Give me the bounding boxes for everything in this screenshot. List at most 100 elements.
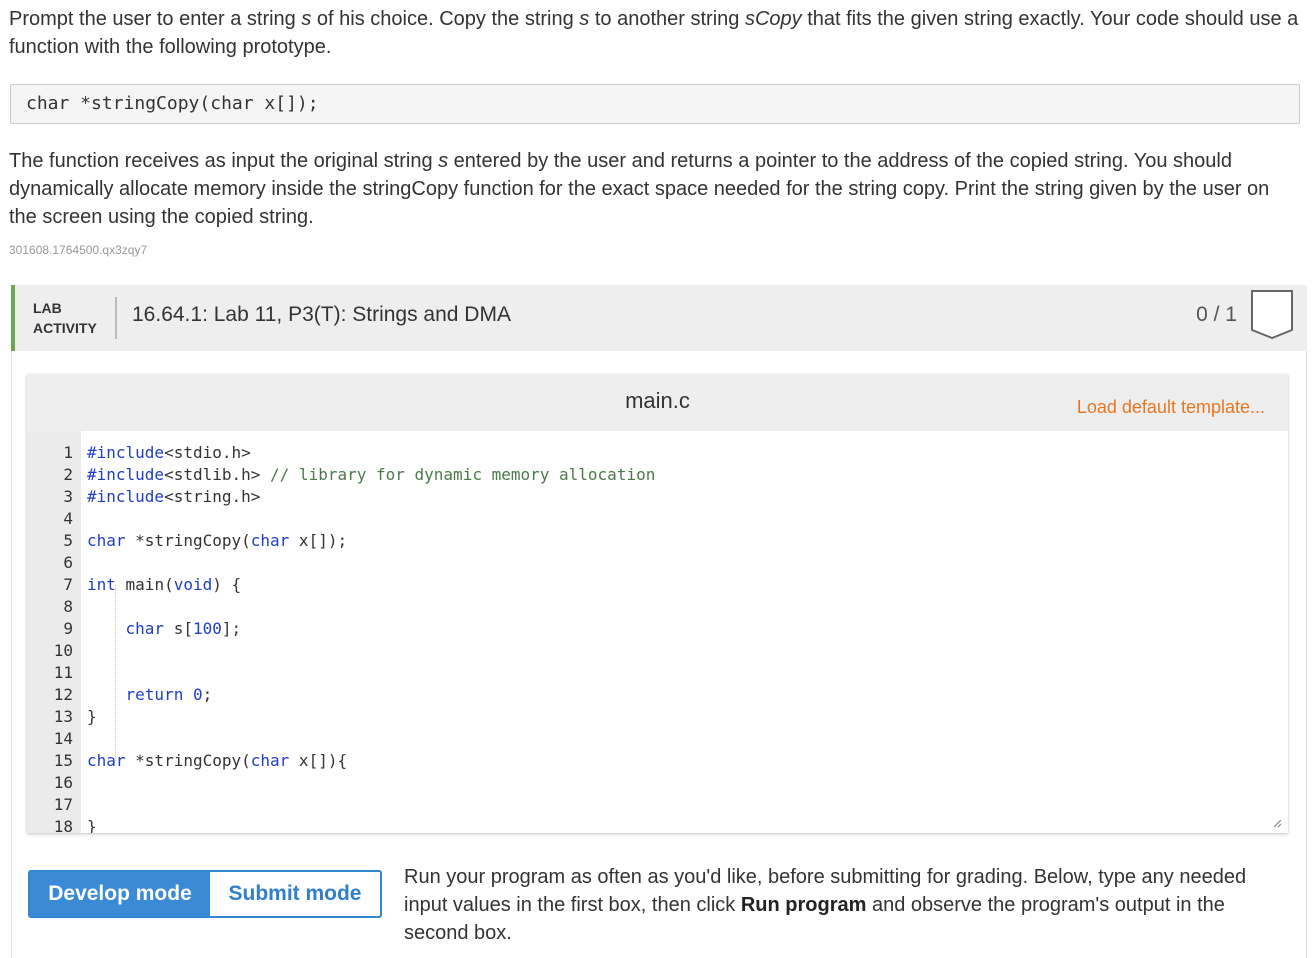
code-line: 6 [27,552,1288,574]
mode-toggle: Develop mode Submit mode [28,870,382,918]
code-line: 11 [27,662,1288,684]
code-number: 0 [192,685,203,704]
line-number: 15 [53,751,73,770]
code-line: 7 int main(void) { [27,574,1288,596]
lab-title: 16.64.1: Lab 11, P3(T): Strings and DMA [132,303,511,326]
code-keyword: #include [87,443,165,462]
lab-activity-tag: LAB ACTIVITY [33,298,97,338]
text-segment: Run program [740,894,867,916]
code-line: 13} [27,706,1288,728]
lab-activity-header: LAB ACTIVITY 16.64.1: Lab 11, P3(T): Str… [11,285,1307,351]
code-keyword: char [250,751,290,770]
code-line: 15 char *stringCopy(char x[]){ [27,750,1288,772]
text-segment: s [438,150,449,172]
code-line: 2 #include<stdlib.h> // library for dynam… [27,464,1288,486]
code-text: char *stringCopy(char x[]){ [87,750,347,772]
line-number: 16 [53,773,73,792]
prompt-paragraph-2: The function receives as input the origi… [9,147,1299,231]
code-line: 8 [27,596,1288,618]
code-line: 4 [27,508,1288,530]
code-text: } [87,706,97,728]
code-token: <stdio.h> [164,443,251,462]
code-token: ; [202,685,213,704]
code-line: 18} [27,816,1288,833]
editor-header: main.c Load default template... [27,374,1288,431]
line-number: 11 [53,663,73,682]
code-editor: main.c Load default template... 1 #includ… [27,374,1288,833]
line-number: 18 [53,817,73,833]
text-segment: to another string [589,8,745,30]
code-line: 9 char s[100]; [27,618,1288,640]
completion-badge-icon [1251,290,1293,340]
line-number: 13 [53,707,73,726]
line-number: 6 [63,553,73,572]
line-number: 10 [53,641,73,660]
line-number: 14 [53,729,73,748]
code-keyword: char [87,531,126,550]
develop-mode-button[interactable]: Develop mode [30,872,210,916]
code-token: main( [115,575,174,594]
text-segment: sCopy [744,8,802,30]
code-comment: // library for dynamic memory allocation [270,465,656,484]
line-number: 2 [63,465,73,484]
line-number: 4 [63,509,73,528]
lab-tag-line-2: ACTIVITY [33,320,97,336]
code-keyword: return [125,685,184,704]
code-token: ]; [221,619,242,638]
code-token: x[]); [289,531,348,550]
code-line: 5 char *stringCopy(char x[]); [27,530,1288,552]
lab-score: 0 / 1 [1196,303,1237,326]
code-token: <string.h> [164,487,261,506]
code-keyword: #include [87,487,165,506]
code-number: 100 [192,619,222,638]
line-number: 17 [53,795,73,814]
text-segment: s [301,8,312,30]
code-line: 16 [27,772,1288,794]
code-line: 17 [27,794,1288,816]
code-keyword: char [250,531,290,550]
code-token: <stdlib.h> [164,465,271,484]
code-token: s[ [164,619,193,638]
line-number: 3 [63,487,73,506]
code-text: #include<string.h> [87,486,260,508]
code-keyword: #include [87,465,165,484]
line-number: 8 [63,597,73,616]
run-instructions: Run your program as often as you'd like,… [404,863,1294,947]
code-text-area[interactable]: 1 #include<stdio.h> 2 #include<stdlib.h> //… [27,431,1288,833]
code-token: } [87,817,97,833]
code-token: *stringCopy( [125,751,251,770]
line-number: 1 [63,443,73,462]
lab-header-divider [115,297,117,339]
code-token: *stringCopy( [125,531,251,550]
code-line: 12 return 0; [27,684,1288,706]
code-line: 14 [27,728,1288,750]
submit-mode-button[interactable]: Submit mode [210,872,380,916]
line-number: 12 [53,685,73,704]
code-text: return 0; [87,684,213,706]
code-line: 1 #include<stdio.h> [27,442,1288,464]
text-segment: Prompt the user to enter a string [9,8,302,30]
code-text: } [87,816,97,833]
code-token: } [87,707,97,726]
text-segment: The function receives as input the origi… [9,150,439,172]
problem-identifier: 301608.1764500.qx3zqy7 [9,243,148,257]
code-text: char *stringCopy(char x[]); [87,530,347,552]
code-keyword: char [125,619,165,638]
code-text: #include<stdio.h> [87,442,251,464]
code-text: int main(void) { [87,574,241,596]
resize-handle-icon[interactable] [1272,818,1282,828]
code-keyword: char [87,751,126,770]
code-keyword: int [87,575,116,594]
code-line: 10 [27,640,1288,662]
text-segment: s [579,8,590,30]
load-default-template-link[interactable]: Load default template... [1077,397,1265,418]
line-number: 9 [63,619,73,638]
code-text: #include<stdlib.h> // library for dynami… [87,464,655,486]
code-text: char s[100]; [87,618,242,640]
line-number: 7 [63,575,73,594]
text-segment: of his choice. Copy the string [311,8,580,30]
lab-tag-line-1: LAB [33,300,62,316]
function-prototype-code: char *stringCopy(char x[]); [10,84,1300,124]
